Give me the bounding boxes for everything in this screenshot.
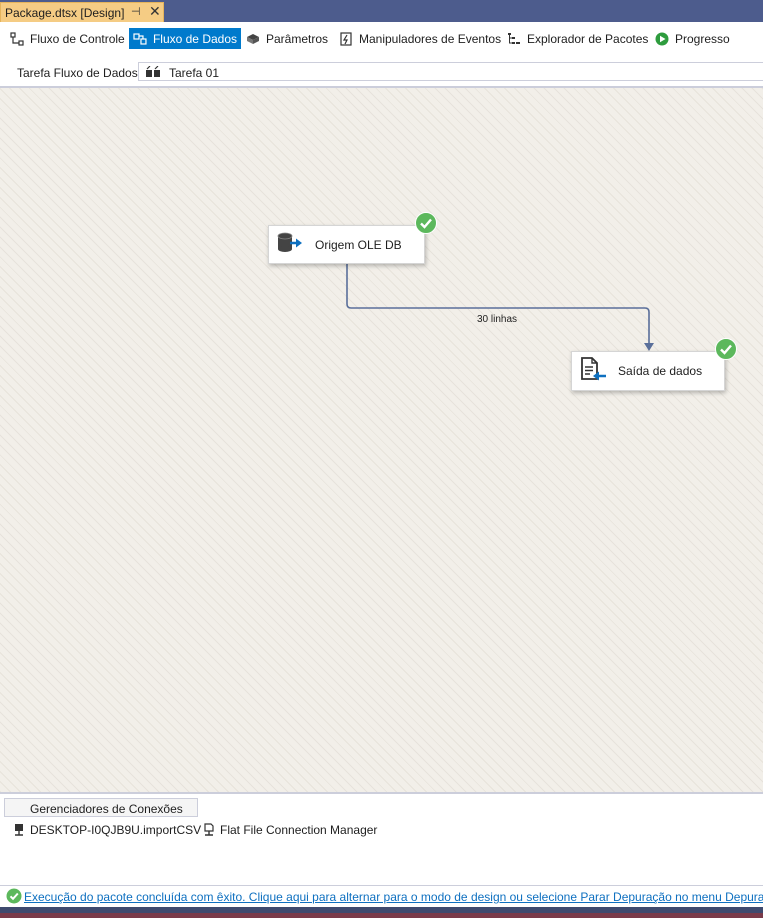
ole-db-source-icon [277,232,302,252]
path-arrow-icon [644,343,654,351]
tab-connection-managers-label: Gerenciadores de Conexões [30,802,183,816]
component-flat-file-destination[interactable]: Saída de dados [571,351,725,391]
tab-progress[interactable]: Progresso [651,28,734,49]
flat-file-destination-icon [581,357,606,381]
data-flow-task-label: Tarefa Fluxo de Dados: [17,66,142,80]
tab-control-flow[interactable]: Fluxo de Controle [6,28,129,49]
data-path-row-count: 30 linhas [477,314,518,325]
event-handlers-icon [340,31,352,46]
component-flat-file-destination-label: Saída de dados [618,364,703,378]
data-path[interactable] [0,88,763,792]
success-icon [6,888,22,904]
control-flow-icon [10,31,24,46]
tab-progress-label: Progresso [675,31,730,46]
flat-file-connection-icon [204,823,214,836]
component-ole-db-source[interactable]: Origem OLE DB [268,225,425,264]
component-ole-db-source-label: Origem OLE DB [315,238,402,252]
window-bottom-edge [0,907,763,918]
connection-managers-panel: Gerenciadores de Conexões DESKTOP-I0QJB9… [0,792,763,885]
task-bar: Tarefa Fluxo de Dados: Tarefa 01 [0,58,763,86]
tab-event-handlers-label: Manipuladores de Eventos [359,31,502,46]
tab-package-explorer[interactable]: Explorador de Pacotes [503,28,652,49]
connection-item-flat-file[interactable]: Flat File Connection Manager [203,823,377,837]
data-flow-task-icon [146,66,160,77]
data-flow-canvas[interactable]: Origem OLE DB Saída de dados 30 linhas [0,88,763,792]
execution-status-link[interactable]: Execução do pacote concluída com êxito. … [24,890,763,904]
data-flow-icon [133,32,147,45]
tab-package-explorer-label: Explorador de Pacotes [527,31,649,46]
connection-item-ole-db-label: DESKTOP-I0QJB9U.importCSV [30,823,202,837]
document-tab-package[interactable]: Package.dtsx [Design] ⊣ ✕ [0,2,164,22]
success-icon [715,338,737,360]
tab-parameters-label: Parâmetros [266,31,329,46]
parameters-icon [247,33,259,44]
tab-connection-managers[interactable]: Gerenciadores de Conexões [4,798,198,817]
data-flow-task-select[interactable]: Tarefa 01 [138,62,763,81]
close-icon[interactable]: ✕ [149,3,161,20]
document-tab-title: Package.dtsx [Design] [5,6,125,20]
progress-icon [655,32,669,45]
data-flow-task-value: Tarefa 01 [169,66,220,80]
tab-event-handlers[interactable]: Manipuladores de Eventos [335,28,505,49]
tab-parameters[interactable]: Parâmetros [242,28,332,49]
designer-tabs: Fluxo de Controle Fluxo de Dados Parâmet… [0,22,763,58]
pin-icon[interactable]: ⊣ [131,5,141,18]
status-bar: Execução do pacote concluída com êxito. … [0,885,763,907]
success-icon [415,212,437,234]
tab-control-flow-label: Fluxo de Controle [30,31,125,46]
connection-item-ole-db[interactable]: DESKTOP-I0QJB9U.importCSV [13,823,201,837]
package-explorer-icon [508,32,520,44]
connection-item-flat-file-label: Flat File Connection Manager [220,823,378,837]
ole-db-connection-icon [15,824,23,836]
document-tabstrip: Package.dtsx [Design] ⊣ ✕ [0,0,763,22]
tab-data-flow[interactable]: Fluxo de Dados [129,28,241,49]
tab-data-flow-label: Fluxo de Dados [152,31,237,46]
